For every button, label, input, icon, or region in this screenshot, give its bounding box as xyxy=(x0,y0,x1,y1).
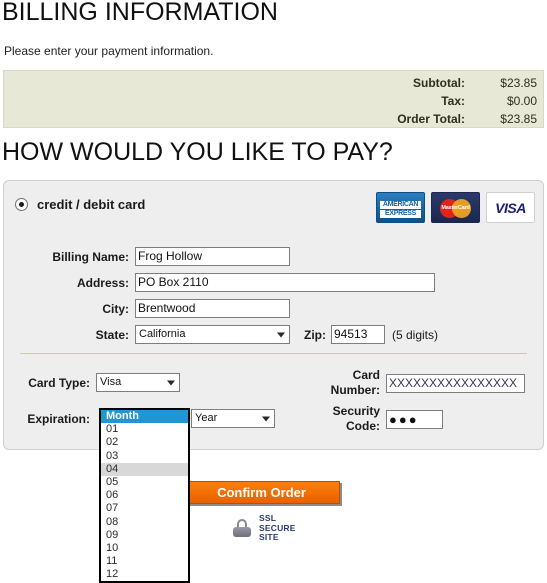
field-state-zip: State: California Zip: 94513 (5 digits) xyxy=(15,325,438,344)
input-address[interactable]: PO Box 2110 xyxy=(135,273,435,292)
dropdown-option-02[interactable]: 02 xyxy=(101,436,188,449)
summary-row: Order Total: $23.85 xyxy=(397,110,537,128)
label-address: Address: xyxy=(76,275,129,290)
field-card-number: Card Number: XXXXXXXXXXXXXXXX xyxy=(322,367,525,398)
label-zip: Zip: xyxy=(304,327,326,342)
page-title: BILLING INFORMATION xyxy=(2,0,278,26)
label-card-number: Card Number: xyxy=(322,367,380,398)
chevron-down-icon xyxy=(277,332,285,337)
label-security-code: Security Code: xyxy=(322,403,380,434)
padlock-icon xyxy=(231,517,253,539)
field-address: Address: PO Box 2110 xyxy=(15,273,435,292)
ssl-text: SSL SECURE SITE xyxy=(259,513,296,543)
amex-line2: EXPRESS xyxy=(380,210,421,218)
payment-method-label: credit / debit card xyxy=(37,197,146,212)
dropdown-option-10[interactable]: 10 xyxy=(101,542,188,555)
dropdown-option-09[interactable]: 09 xyxy=(101,529,188,542)
field-security-code: Security Code: ●●● xyxy=(322,403,443,434)
label-billing-name: Billing Name: xyxy=(52,249,129,264)
field-city: City: Brentwood xyxy=(15,299,290,318)
dropdown-option-month[interactable]: Month xyxy=(101,410,188,424)
accepted-card-logos: AMERICAN EXPRESS MasterCard VISA xyxy=(376,192,535,223)
dropdown-option-03[interactable]: 03 xyxy=(101,450,188,463)
ssl-line3: SITE xyxy=(259,532,279,542)
input-security-code[interactable]: ●●● xyxy=(386,410,443,429)
label-state: State: xyxy=(95,327,129,342)
amex-line1: AMERICAN xyxy=(380,201,421,209)
dropdown-option-05[interactable]: 05 xyxy=(101,476,188,489)
visa-icon: VISA xyxy=(486,192,535,223)
payment-panel: credit / debit card AMERICAN EXPRESS Mas… xyxy=(3,180,544,450)
summary-row: Tax: $0.00 xyxy=(441,92,537,110)
dropdown-option-06[interactable]: 06 xyxy=(101,489,188,502)
payment-heading: HOW WOULD YOU LIKE TO PAY? xyxy=(2,138,393,166)
mastercard-label: MasterCard xyxy=(441,205,470,211)
summary-row: Subtotal: $23.85 xyxy=(413,74,537,92)
label-city: City: xyxy=(102,301,129,316)
select-expiration-year[interactable]: Year xyxy=(191,409,275,428)
input-zip[interactable]: 94513 xyxy=(331,325,385,344)
payment-method-credit-debit[interactable]: credit / debit card xyxy=(15,197,145,212)
expiration-month-dropdown-list[interactable]: Month 01 02 03 04 05 06 07 08 09 10 11 12 xyxy=(99,408,190,583)
dropdown-option-08[interactable]: 08 xyxy=(101,516,188,529)
summary-value-order-total: $23.85 xyxy=(500,112,537,126)
dropdown-option-11[interactable]: 11 xyxy=(101,555,188,568)
field-billing-name: Billing Name: Frog Hollow xyxy=(15,247,290,266)
order-summary-box: Subtotal: $23.85 Tax: $0.00 Order Total: $2… xyxy=(3,70,544,128)
select-state[interactable]: California xyxy=(135,325,290,344)
dropdown-option-12[interactable]: 12 xyxy=(101,568,188,581)
select-card-type-value: Visa xyxy=(100,376,122,388)
field-card-type: Card Type: Visa xyxy=(15,373,180,392)
visa-label: VISA xyxy=(495,199,526,216)
dropdown-option-07[interactable]: 07 xyxy=(101,502,188,515)
chevron-down-icon xyxy=(262,416,270,421)
ssl-line1: SSL xyxy=(259,513,277,523)
label-expiration: Expiration: xyxy=(27,411,90,426)
ssl-line2: SECURE xyxy=(259,522,296,533)
select-expiration-year-value: Year xyxy=(195,412,218,424)
confirm-order-button[interactable]: Confirm Order xyxy=(183,481,340,504)
label-card-number-line1: Card xyxy=(352,368,380,382)
mastercard-icon: MasterCard xyxy=(431,192,480,223)
label-security-code-line2: Code: xyxy=(346,419,380,433)
input-city[interactable]: Brentwood xyxy=(135,299,290,318)
label-card-type: Card Type: xyxy=(28,375,90,390)
radio-selected-icon[interactable] xyxy=(15,198,28,211)
select-state-value: California xyxy=(139,328,186,340)
dropdown-option-01[interactable]: 01 xyxy=(101,423,188,436)
summary-label-order-total: Order Total: xyxy=(397,112,465,126)
summary-label-tax: Tax: xyxy=(441,94,465,108)
intro-text: Please enter your payment information. xyxy=(4,44,214,58)
input-billing-name[interactable]: Frog Hollow xyxy=(135,247,290,266)
ssl-secure-site-badge: SSL SECURE SITE xyxy=(231,513,296,543)
select-card-type[interactable]: Visa xyxy=(96,373,180,392)
label-security-code-line1: Security xyxy=(332,404,380,418)
label-card-number-line2: Number: xyxy=(330,383,380,397)
american-express-icon: AMERICAN EXPRESS xyxy=(376,192,425,223)
input-card-number[interactable]: XXXXXXXXXXXXXXXX xyxy=(386,374,525,393)
summary-value-tax: $0.00 xyxy=(506,94,537,108)
chevron-down-icon xyxy=(167,380,175,385)
section-divider xyxy=(20,353,527,354)
zip-hint: (5 digits) xyxy=(392,327,439,342)
summary-value-subtotal: $23.85 xyxy=(500,76,537,90)
padlock-body xyxy=(233,527,251,538)
summary-label-subtotal: Subtotal: xyxy=(413,76,465,90)
dropdown-option-04[interactable]: 04 xyxy=(101,462,188,476)
